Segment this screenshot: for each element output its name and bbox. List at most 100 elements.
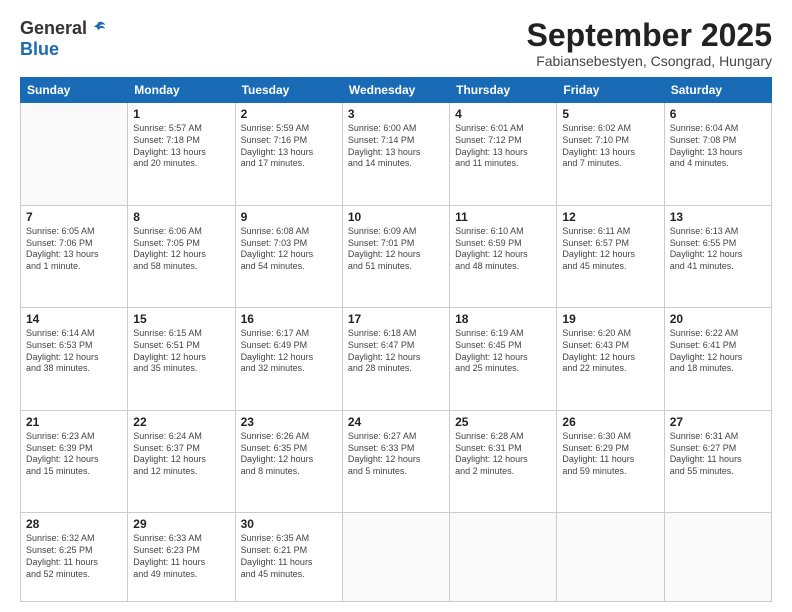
day-num-24: 24: [348, 414, 444, 430]
day-num-1: 1: [133, 106, 229, 122]
cell-info-0-1: Sunrise: 5:57 AM Sunset: 7:18 PM Dayligh…: [133, 123, 229, 170]
day-num-28: 28: [26, 516, 122, 532]
cell-4-5: [557, 513, 664, 602]
day-num-3: 3: [348, 106, 444, 122]
week-row-5: 28Sunrise: 6:32 AM Sunset: 6:25 PM Dayli…: [21, 513, 772, 602]
logo-bird-icon: [89, 19, 107, 37]
cell-2-3: 17Sunrise: 6:18 AM Sunset: 6:47 PM Dayli…: [342, 308, 449, 411]
cell-0-6: 6Sunrise: 6:04 AM Sunset: 7:08 PM Daylig…: [664, 103, 771, 206]
cell-4-0: 28Sunrise: 6:32 AM Sunset: 6:25 PM Dayli…: [21, 513, 128, 602]
cell-3-1: 22Sunrise: 6:24 AM Sunset: 6:37 PM Dayli…: [128, 410, 235, 513]
cell-4-1: 29Sunrise: 6:33 AM Sunset: 6:23 PM Dayli…: [128, 513, 235, 602]
cell-3-4: 25Sunrise: 6:28 AM Sunset: 6:31 PM Dayli…: [450, 410, 557, 513]
cell-3-5: 26Sunrise: 6:30 AM Sunset: 6:29 PM Dayli…: [557, 410, 664, 513]
day-num-19: 19: [562, 311, 658, 327]
location-subtitle: Fabiansebestyen, Csongrad, Hungary: [527, 53, 772, 69]
header: General Blue September 2025 Fabiansebest…: [20, 18, 772, 69]
cell-3-2: 23Sunrise: 6:26 AM Sunset: 6:35 PM Dayli…: [235, 410, 342, 513]
day-num-18: 18: [455, 311, 551, 327]
day-num-2: 2: [241, 106, 337, 122]
day-num-29: 29: [133, 516, 229, 532]
cell-2-4: 18Sunrise: 6:19 AM Sunset: 6:45 PM Dayli…: [450, 308, 557, 411]
cell-info-2-4: Sunrise: 6:19 AM Sunset: 6:45 PM Dayligh…: [455, 328, 551, 375]
day-num-5: 5: [562, 106, 658, 122]
cell-info-3-1: Sunrise: 6:24 AM Sunset: 6:37 PM Dayligh…: [133, 431, 229, 478]
cell-2-0: 14Sunrise: 6:14 AM Sunset: 6:53 PM Dayli…: [21, 308, 128, 411]
cell-info-2-3: Sunrise: 6:18 AM Sunset: 6:47 PM Dayligh…: [348, 328, 444, 375]
cell-info-2-5: Sunrise: 6:20 AM Sunset: 6:43 PM Dayligh…: [562, 328, 658, 375]
cell-3-0: 21Sunrise: 6:23 AM Sunset: 6:39 PM Dayli…: [21, 410, 128, 513]
col-saturday: Saturday: [664, 78, 771, 103]
col-monday: Monday: [128, 78, 235, 103]
day-num-13: 13: [670, 209, 766, 225]
col-thursday: Thursday: [450, 78, 557, 103]
cell-info-0-3: Sunrise: 6:00 AM Sunset: 7:14 PM Dayligh…: [348, 123, 444, 170]
cell-1-1: 8Sunrise: 6:06 AM Sunset: 7:05 PM Daylig…: [128, 205, 235, 308]
cell-2-5: 19Sunrise: 6:20 AM Sunset: 6:43 PM Dayli…: [557, 308, 664, 411]
logo-general-text: General: [20, 18, 87, 39]
day-num-7: 7: [26, 209, 122, 225]
day-num-26: 26: [562, 414, 658, 430]
cell-1-5: 12Sunrise: 6:11 AM Sunset: 6:57 PM Dayli…: [557, 205, 664, 308]
logo: General Blue: [20, 18, 107, 60]
cell-info-0-2: Sunrise: 5:59 AM Sunset: 7:16 PM Dayligh…: [241, 123, 337, 170]
cell-4-3: [342, 513, 449, 602]
cell-4-6: [664, 513, 771, 602]
logo-blue-text: Blue: [20, 39, 59, 60]
col-sunday: Sunday: [21, 78, 128, 103]
day-num-23: 23: [241, 414, 337, 430]
col-tuesday: Tuesday: [235, 78, 342, 103]
cell-3-3: 24Sunrise: 6:27 AM Sunset: 6:33 PM Dayli…: [342, 410, 449, 513]
cell-info-3-4: Sunrise: 6:28 AM Sunset: 6:31 PM Dayligh…: [455, 431, 551, 478]
week-row-2: 7Sunrise: 6:05 AM Sunset: 7:06 PM Daylig…: [21, 205, 772, 308]
cell-info-2-1: Sunrise: 6:15 AM Sunset: 6:51 PM Dayligh…: [133, 328, 229, 375]
page: General Blue September 2025 Fabiansebest…: [0, 0, 792, 612]
week-row-1: 1Sunrise: 5:57 AM Sunset: 7:18 PM Daylig…: [21, 103, 772, 206]
day-num-12: 12: [562, 209, 658, 225]
cell-info-0-6: Sunrise: 6:04 AM Sunset: 7:08 PM Dayligh…: [670, 123, 766, 170]
cell-info-4-0: Sunrise: 6:32 AM Sunset: 6:25 PM Dayligh…: [26, 533, 122, 580]
cell-info-1-5: Sunrise: 6:11 AM Sunset: 6:57 PM Dayligh…: [562, 226, 658, 273]
day-num-20: 20: [670, 311, 766, 327]
day-num-27: 27: [670, 414, 766, 430]
cell-info-1-4: Sunrise: 6:10 AM Sunset: 6:59 PM Dayligh…: [455, 226, 551, 273]
title-block: September 2025 Fabiansebestyen, Csongrad…: [527, 18, 772, 69]
cell-1-6: 13Sunrise: 6:13 AM Sunset: 6:55 PM Dayli…: [664, 205, 771, 308]
cell-info-1-1: Sunrise: 6:06 AM Sunset: 7:05 PM Dayligh…: [133, 226, 229, 273]
day-num-6: 6: [670, 106, 766, 122]
cell-0-3: 3Sunrise: 6:00 AM Sunset: 7:14 PM Daylig…: [342, 103, 449, 206]
cell-info-0-4: Sunrise: 6:01 AM Sunset: 7:12 PM Dayligh…: [455, 123, 551, 170]
calendar-table: Sunday Monday Tuesday Wednesday Thursday…: [20, 77, 772, 602]
cell-info-3-6: Sunrise: 6:31 AM Sunset: 6:27 PM Dayligh…: [670, 431, 766, 478]
cell-2-6: 20Sunrise: 6:22 AM Sunset: 6:41 PM Dayli…: [664, 308, 771, 411]
week-row-3: 14Sunrise: 6:14 AM Sunset: 6:53 PM Dayli…: [21, 308, 772, 411]
cell-info-3-3: Sunrise: 6:27 AM Sunset: 6:33 PM Dayligh…: [348, 431, 444, 478]
cell-4-4: [450, 513, 557, 602]
cell-3-6: 27Sunrise: 6:31 AM Sunset: 6:27 PM Dayli…: [664, 410, 771, 513]
calendar-header-row: Sunday Monday Tuesday Wednesday Thursday…: [21, 78, 772, 103]
col-friday: Friday: [557, 78, 664, 103]
day-num-15: 15: [133, 311, 229, 327]
cell-0-4: 4Sunrise: 6:01 AM Sunset: 7:12 PM Daylig…: [450, 103, 557, 206]
day-num-30: 30: [241, 516, 337, 532]
cell-1-3: 10Sunrise: 6:09 AM Sunset: 7:01 PM Dayli…: [342, 205, 449, 308]
cell-info-2-0: Sunrise: 6:14 AM Sunset: 6:53 PM Dayligh…: [26, 328, 122, 375]
day-num-17: 17: [348, 311, 444, 327]
cell-1-4: 11Sunrise: 6:10 AM Sunset: 6:59 PM Dayli…: [450, 205, 557, 308]
day-num-9: 9: [241, 209, 337, 225]
day-num-14: 14: [26, 311, 122, 327]
cell-4-2: 30Sunrise: 6:35 AM Sunset: 6:21 PM Dayli…: [235, 513, 342, 602]
day-num-16: 16: [241, 311, 337, 327]
cell-info-2-6: Sunrise: 6:22 AM Sunset: 6:41 PM Dayligh…: [670, 328, 766, 375]
cell-info-3-2: Sunrise: 6:26 AM Sunset: 6:35 PM Dayligh…: [241, 431, 337, 478]
month-title: September 2025: [527, 18, 772, 53]
cell-1-0: 7Sunrise: 6:05 AM Sunset: 7:06 PM Daylig…: [21, 205, 128, 308]
day-num-25: 25: [455, 414, 551, 430]
cell-info-0-5: Sunrise: 6:02 AM Sunset: 7:10 PM Dayligh…: [562, 123, 658, 170]
cell-info-4-2: Sunrise: 6:35 AM Sunset: 6:21 PM Dayligh…: [241, 533, 337, 580]
day-num-21: 21: [26, 414, 122, 430]
cell-info-1-2: Sunrise: 6:08 AM Sunset: 7:03 PM Dayligh…: [241, 226, 337, 273]
day-num-4: 4: [455, 106, 551, 122]
col-wednesday: Wednesday: [342, 78, 449, 103]
cell-0-5: 5Sunrise: 6:02 AM Sunset: 7:10 PM Daylig…: [557, 103, 664, 206]
